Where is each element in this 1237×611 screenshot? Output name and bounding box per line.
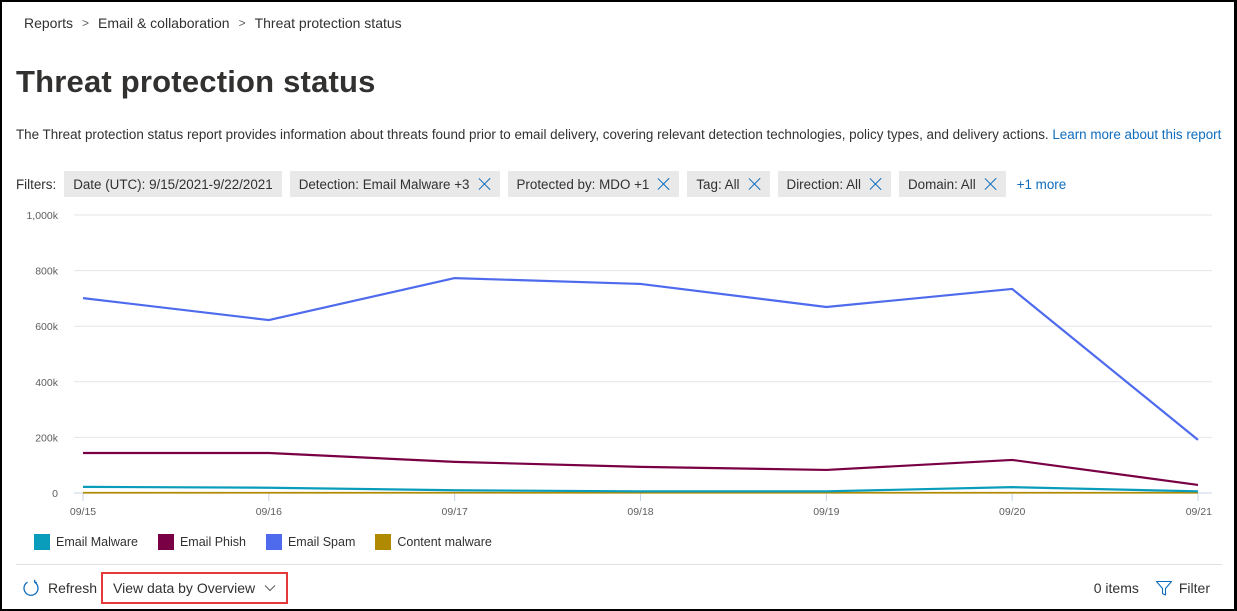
x-tick-label: 09/15 bbox=[70, 506, 96, 518]
x-tick-label: 09/21 bbox=[1186, 506, 1212, 518]
legend-item-content-malware[interactable]: Content malware bbox=[375, 534, 492, 550]
x-tick-label: 09/18 bbox=[627, 506, 653, 518]
filter-chip-label: Domain: All bbox=[907, 176, 976, 192]
breadcrumb: Reports > Email & collaboration > Threat… bbox=[24, 15, 402, 31]
right-toolbar: 0 items Filter bbox=[1094, 573, 1210, 603]
legend-label: Email Malware bbox=[56, 535, 138, 549]
series-line-email-malware[interactable] bbox=[82, 485, 1199, 493]
description-text: The Threat protection status report prov… bbox=[16, 127, 1053, 142]
x-tick-label: 09/19 bbox=[813, 506, 839, 518]
refresh-label: Refresh bbox=[48, 580, 98, 596]
legend-item-email-phish[interactable]: Email Phish bbox=[157, 534, 246, 550]
legend-item-email-malware[interactable]: Email Malware bbox=[34, 534, 138, 550]
refresh-button[interactable]: Refresh bbox=[22, 579, 97, 597]
breadcrumb-current: Threat protection status bbox=[254, 15, 402, 31]
learn-more-link[interactable]: Learn more about this report bbox=[1052, 127, 1221, 142]
y-tick-label: 200k bbox=[35, 432, 59, 444]
close-icon[interactable] bbox=[870, 178, 882, 190]
filter-chip-protected-by[interactable]: Protected by: MDO +1 bbox=[507, 171, 680, 197]
report-description: The Threat protection status report prov… bbox=[16, 125, 1226, 145]
legend-swatch bbox=[265, 534, 282, 550]
y-tick-label: 400k bbox=[35, 377, 59, 389]
view-data-by-label: View data by Overview bbox=[113, 580, 256, 596]
legend-swatch bbox=[157, 534, 174, 550]
series-line-email-spam[interactable] bbox=[82, 277, 1199, 441]
filter-chip-label: Detection: Email Malware +3 bbox=[298, 176, 470, 192]
more-filters-link[interactable]: +1 more bbox=[1017, 177, 1067, 192]
bottom-toolbar: Refresh View data by Overview bbox=[22, 572, 289, 604]
legend-swatch bbox=[34, 534, 50, 550]
filter-chip-date[interactable]: Date (UTC): 9/15/2021-9/22/2021 bbox=[64, 171, 282, 197]
filter-chip-domain[interactable]: Domain: All bbox=[898, 171, 1006, 197]
items-count: 0 items bbox=[1093, 580, 1139, 596]
close-icon[interactable] bbox=[985, 178, 997, 190]
filter-chip-direction[interactable]: Direction: All bbox=[777, 171, 891, 197]
x-tick-label: 09/17 bbox=[442, 506, 468, 518]
close-icon[interactable] bbox=[749, 178, 761, 190]
x-tick-label: 09/20 bbox=[999, 506, 1025, 518]
chart-y-axis: 0 200k 400k 600k 800k 1,000k bbox=[26, 210, 58, 500]
filter-chip-tag[interactable]: Tag: All bbox=[687, 171, 770, 197]
y-tick-label: 0 bbox=[52, 488, 58, 500]
y-tick-label: 1,000k bbox=[26, 210, 58, 222]
legend-label: Content malware bbox=[397, 535, 492, 549]
legend-swatch bbox=[375, 534, 392, 550]
chart-series bbox=[82, 277, 1199, 494]
filter-chip-label: Date (UTC): 9/15/2021-9/22/2021 bbox=[73, 176, 273, 192]
close-icon[interactable] bbox=[658, 178, 670, 190]
divider bbox=[16, 564, 1222, 565]
y-tick-label: 600k bbox=[35, 321, 59, 333]
chart-gridlines bbox=[74, 214, 1212, 494]
legend-label: Email Spam bbox=[287, 535, 356, 549]
threat-line-chart: 0200k400k600k800k1,000k 09/15 09/16 09/17 0… bbox=[26, 210, 1212, 518]
view-data-by-dropdown[interactable]: View data by Overview bbox=[101, 572, 289, 604]
filter-button[interactable]: Filter bbox=[1155, 579, 1210, 597]
filter-chip-detection[interactable]: Detection: Email Malware +3 bbox=[289, 171, 500, 197]
filter-label: Filter bbox=[1178, 580, 1210, 596]
breadcrumb-email-collaboration[interactable]: Email & collaboration bbox=[98, 15, 230, 31]
filter-chip-label: Protected by: MDO +1 bbox=[516, 176, 650, 192]
chevron-down-icon bbox=[264, 585, 276, 592]
chart-legend: Email Malware Email Phish Email Spam Conten… bbox=[34, 534, 512, 550]
chevron-right-icon: > bbox=[238, 16, 246, 30]
page-title: Threat protection status bbox=[16, 64, 376, 99]
x-tick-label: 09/16 bbox=[256, 506, 282, 518]
y-tick-label: 800k bbox=[35, 266, 59, 278]
filters-bar: Filters: Date (UTC): 9/15/2021-9/22/2021… bbox=[16, 171, 1066, 197]
filter-chip-label: Direction: All bbox=[786, 176, 861, 192]
refresh-icon bbox=[23, 579, 39, 596]
filters-label: Filters: bbox=[16, 176, 57, 192]
series-line-email-phish[interactable] bbox=[83, 451, 1199, 487]
report-page: Reports > Email & collaboration > Threat… bbox=[0, 0, 1237, 611]
legend-label: Email Phish bbox=[179, 535, 246, 549]
legend-item-email-spam[interactable]: Email Spam bbox=[265, 534, 356, 550]
breadcrumb-reports[interactable]: Reports bbox=[24, 15, 73, 31]
filter-icon bbox=[1155, 580, 1172, 596]
chart-x-axis: 09/15 09/16 09/17 09/18 09/19 09/20 09/21 bbox=[70, 493, 1212, 518]
chevron-right-icon: > bbox=[82, 16, 90, 30]
close-icon[interactable] bbox=[479, 178, 491, 190]
filter-chip-label: Tag: All bbox=[696, 176, 740, 192]
